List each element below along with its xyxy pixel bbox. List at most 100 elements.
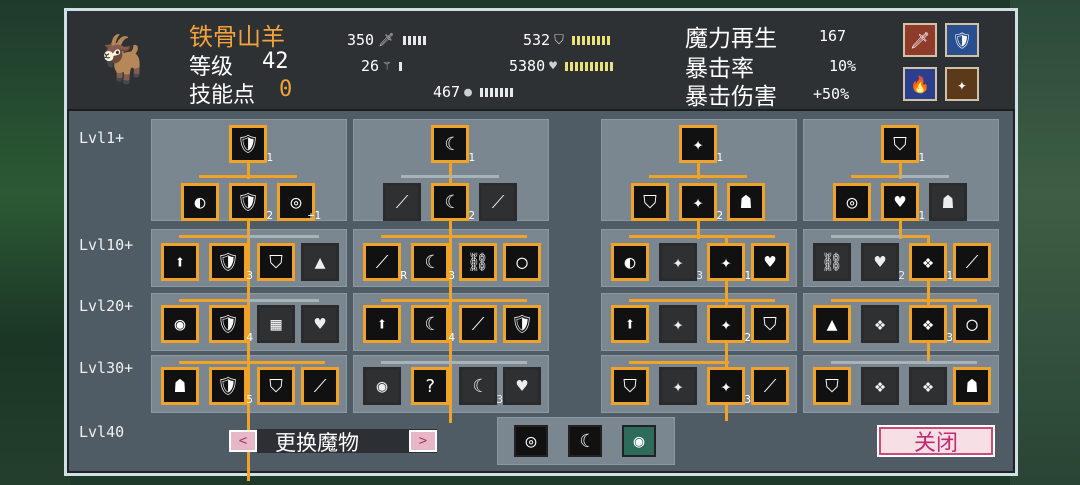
skill-node-knight[interactable]: ☗ xyxy=(161,367,199,405)
skill-node-def-up[interactable]: ⛉ xyxy=(257,243,295,281)
skill-node-locked-14[interactable]: ❖ xyxy=(861,367,899,405)
next-monster-button[interactable]: > xyxy=(409,430,437,452)
skill-node-locked-11[interactable]: ⛓ xyxy=(813,243,851,281)
skill-node-locked-8[interactable]: ✦ xyxy=(659,305,697,343)
skill-node-locked-3[interactable]: ♥ xyxy=(301,305,339,343)
skill-node-locked-4[interactable]: ⟋ xyxy=(383,183,421,221)
skill-node-def-bars[interactable]: ⛉ xyxy=(751,305,789,343)
skill-node-shield-2[interactable]: 🛡 2 xyxy=(229,183,273,222)
level-label-10: Lvl10+ xyxy=(79,236,134,254)
skill-node-dark-orb[interactable]: ◉ xyxy=(363,367,401,405)
stamina-value: 467 xyxy=(433,83,461,101)
active-skill-orb-icon[interactable]: ◎ xyxy=(514,425,548,457)
skill-node-shield-4[interactable]: 🛡 4 xyxy=(209,305,253,344)
skill-node-purple-shield[interactable]: ⛉ xyxy=(631,183,669,221)
skill-node-locked-5[interactable]: ⟋ xyxy=(479,183,517,221)
skill-node-shield-5[interactable]: 🛡 5 xyxy=(209,367,253,406)
skill-node-orange-shield[interactable]: ⛉ xyxy=(611,367,649,405)
skill-node-blue-rune-2[interactable]: ❖ 3 xyxy=(909,305,953,344)
skill-node-sparkle-shield[interactable]: ✦ 1 xyxy=(679,125,723,164)
active-skill-rainbow-icon[interactable]: ◉ xyxy=(622,425,656,457)
skill-tree-panel: 🐐 铁骨山羊 等级 42 技能点 0 350 🗡 26 ⚚ 467 ● 532 … xyxy=(64,8,1018,481)
buff-attack-up-icon[interactable]: 🗡 xyxy=(903,23,937,57)
skill-node-sparkle-3[interactable]: ✦ 1 xyxy=(707,243,751,282)
sword-icon: 🗡 xyxy=(378,32,395,48)
stamina-stat: 467 ● xyxy=(433,83,513,101)
skill-node-sword-bar[interactable]: ⟋ xyxy=(459,305,497,343)
skill-node-arrow-up[interactable]: ⬆ xyxy=(161,243,199,281)
magic-bar xyxy=(398,61,402,71)
buff-sparkle-icon[interactable]: ✦ xyxy=(945,67,979,101)
skill-node-moon-4[interactable]: ☾ 4 xyxy=(411,305,455,344)
monster-header: 🐐 铁骨山羊 等级 42 技能点 0 350 🗡 26 ⚚ 467 ● 532 … xyxy=(67,11,1015,111)
skill-node-locked-2[interactable]: ▦ xyxy=(257,305,295,343)
skill-node-locked-12[interactable]: ♥ 2 xyxy=(861,243,905,282)
background-forest-left xyxy=(0,0,70,485)
skill-node-spin-shield[interactable]: ◐ xyxy=(611,243,649,281)
skill-node-slash[interactable]: ⟋ xyxy=(301,367,339,405)
skill-node-sparkle-4[interactable]: ✦ 2 xyxy=(707,305,751,344)
skill-node-moon-slash[interactable]: ☾ 1 xyxy=(431,125,475,164)
skill-node-sword-bars[interactable]: ⟋ xyxy=(751,367,789,405)
skill-node-def-max[interactable]: ⛉ xyxy=(257,367,295,405)
skill-node-moon-2[interactable]: ☾ 2 xyxy=(431,183,475,222)
skill-node-heart-shield[interactable]: ♥ 1 xyxy=(881,183,925,222)
skill-node-heart-up[interactable]: ♥ xyxy=(751,243,789,281)
skill-node-golden-triangle[interactable]: ▲ xyxy=(813,305,851,343)
prev-monster-button[interactable]: < xyxy=(229,430,257,452)
skill-node-locked-13[interactable]: ❖ xyxy=(861,305,899,343)
active-skill-moon-icon[interactable]: ☾ xyxy=(568,425,602,457)
skill-node-blue-rune[interactable]: ❖ 1 xyxy=(909,243,953,282)
health-bar xyxy=(564,61,613,71)
skill-node-locked-7[interactable]: ♥ xyxy=(503,367,541,405)
skill-node-water-shield[interactable]: 🛡 xyxy=(503,305,541,343)
level-value: 42 xyxy=(262,49,289,74)
skill-node-stamina-bars[interactable]: ☗ xyxy=(953,367,991,405)
skill-node-moon-3[interactable]: ☾ 3 xyxy=(411,243,455,282)
buff-magic-shield-icon[interactable]: 🛡 xyxy=(945,23,979,57)
skill-node-sparkle-5[interactable]: ✦ 3 xyxy=(707,367,751,406)
monster-avatar: 🐐 xyxy=(94,31,152,86)
skill-node-crit[interactable]: ⟋ R xyxy=(363,243,407,282)
level-label-1: Lvl1+ xyxy=(79,129,125,147)
skill-node-sparkle-locked[interactable]: ✦ 3 xyxy=(659,243,703,282)
skill-node-teal-arrow[interactable]: ⬆ xyxy=(611,305,649,343)
health-stat: 5380 ♥ xyxy=(509,57,613,75)
defense-value: 532 xyxy=(523,31,551,49)
skill-node-chain[interactable]: ⛓ xyxy=(459,243,497,281)
skill-node-shield-core[interactable]: 🛡 1 xyxy=(229,125,273,164)
skill-node-sparkle-2[interactable]: ✦ 2 xyxy=(679,183,723,222)
skill-node-locked-1[interactable]: ▲ xyxy=(301,243,339,281)
background-forest-right xyxy=(1010,0,1080,485)
attack-stat: 350 🗡 xyxy=(347,31,426,49)
skill-node-mystery[interactable]: ? xyxy=(411,367,449,405)
buff-fire-shield-icon[interactable]: 🔥 xyxy=(903,67,937,101)
magic-value: 26 xyxy=(361,57,380,75)
skill-node-blue-shield[interactable]: ⛉ 1 xyxy=(881,125,925,164)
skill-node-bell[interactable]: ☗ xyxy=(727,183,765,221)
monster-name: 铁骨山羊 xyxy=(189,23,285,51)
magic-stat: 26 ⚚ xyxy=(361,57,402,75)
skill-node-spin[interactable]: ◐ xyxy=(181,183,219,221)
skill-node-locked-10[interactable]: ☗ xyxy=(929,183,967,221)
skill-node-golden-ring[interactable]: ◯ xyxy=(953,305,991,343)
skill-points-label: 技能点 xyxy=(189,83,256,108)
wand-icon: ⚚ xyxy=(383,58,391,74)
skill-points-value: 0 xyxy=(279,77,293,102)
mana-regen-label: 魔力再生 xyxy=(685,26,777,52)
skill-node-spin-plus[interactable]: ◎ +1 xyxy=(277,183,321,222)
skill-node-sword-bar-2[interactable]: ⟋ xyxy=(953,243,991,281)
skill-node-blue-ring[interactable]: ◎ xyxy=(833,183,871,221)
skill-node-orb[interactable]: ◉ xyxy=(161,305,199,343)
active-skills-bar: ◎ ☾ ◉ xyxy=(497,417,675,465)
skill-node-locked-15[interactable]: ❖ xyxy=(909,367,947,405)
change-monster-label[interactable]: 更换魔物 xyxy=(275,427,359,457)
skill-node-locked-6[interactable]: ☾ 3 xyxy=(459,367,503,406)
skill-node-shield-3[interactable]: 🛡 3 xyxy=(209,243,253,282)
skill-node-ring[interactable]: ◯ xyxy=(503,243,541,281)
skill-node-def-bars-2[interactable]: ⛉ xyxy=(813,367,851,405)
close-button[interactable]: 关闭 xyxy=(877,425,995,457)
skill-node-locked-9[interactable]: ✦ xyxy=(659,367,697,405)
attack-bar xyxy=(402,35,426,45)
skill-node-atk-up[interactable]: ⬆ xyxy=(363,305,401,343)
